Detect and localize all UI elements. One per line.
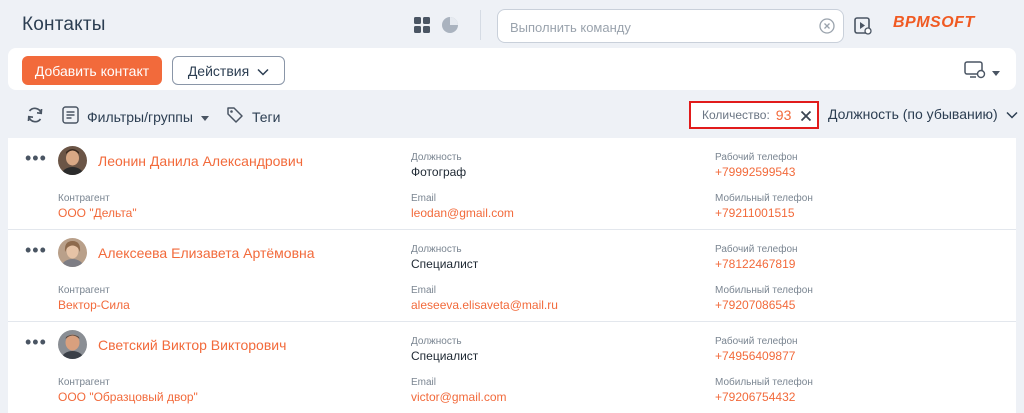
chevron-down-icon (257, 63, 269, 79)
actions-button[interactable]: Действия (172, 56, 285, 85)
position-label: Должность (411, 152, 462, 163)
tags-button[interactable]: Теги (226, 106, 280, 127)
count-value: 93 (775, 107, 792, 123)
count-label: Количество: (702, 108, 770, 122)
caret-down-icon (200, 109, 209, 125)
account-label: Контрагент (58, 285, 110, 296)
sort-dropdown[interactable]: Должность (по убыванию) (828, 106, 1018, 122)
mobile-phone-label: Мобильный телефон (715, 193, 813, 204)
email-label: Email (411, 193, 437, 204)
work-phone-link[interactable]: +79992599543 (715, 165, 795, 179)
position-label: Должность (411, 244, 462, 255)
work-phone-link[interactable]: +74956409877 (715, 349, 795, 363)
view-switcher (413, 16, 459, 34)
more-options-icon[interactable]: ••• (25, 149, 47, 167)
page-title: Контакты (22, 14, 106, 35)
avatar (58, 330, 87, 359)
contact-name-link[interactable]: Светский Виктор Викторович (98, 337, 286, 353)
contact-list: ••• Леонин Данила Александрович Контраге… (8, 138, 1016, 413)
work-phone-label: Рабочий телефон (715, 336, 798, 347)
avatar (58, 238, 87, 267)
header: Контакты BPMSOFT (0, 0, 1024, 52)
more-options-icon[interactable]: ••• (25, 241, 47, 259)
toolbar: Добавить контакт Действия (8, 48, 1016, 90)
account-link[interactable]: ООО "Образцовый двор" (58, 390, 198, 404)
position-label: Должность (411, 336, 462, 347)
command-input[interactable] (510, 17, 810, 37)
actions-label: Действия (187, 62, 250, 79)
filters-groups-button[interactable]: Фильтры/группы (62, 106, 209, 127)
grid-view-icon[interactable] (413, 16, 431, 34)
header-divider (480, 10, 481, 40)
account-label: Контрагент (58, 377, 110, 388)
position-value: Специалист (411, 349, 479, 363)
caret-down-icon (992, 64, 1000, 82)
email-label: Email (411, 285, 437, 296)
email-label: Email (411, 377, 437, 388)
mobile-phone-label: Мобильный телефон (715, 285, 813, 296)
mobile-phone-link[interactable]: +79206754432 (715, 390, 795, 404)
email-link[interactable]: victor@gmail.com (411, 390, 507, 404)
account-link[interactable]: Вектор-Сила (58, 298, 130, 312)
record-count-badge: Количество: 93 (689, 101, 819, 129)
sort-label: Должность (по убыванию) (828, 106, 998, 122)
position-value: Специалист (411, 257, 479, 271)
close-icon[interactable] (800, 109, 812, 122)
contact-name-link[interactable]: Леонин Данила Александрович (98, 153, 303, 169)
more-options-icon[interactable]: ••• (25, 333, 47, 351)
email-link[interactable]: aleseeva.elisaveta@mail.ru (411, 298, 558, 312)
account-link[interactable]: ООО "Дельта" (58, 206, 137, 220)
tags-label: Теги (252, 108, 281, 125)
add-contact-button[interactable]: Добавить контакт (22, 56, 162, 85)
clear-icon[interactable] (819, 18, 835, 34)
filter-list-icon (62, 106, 79, 127)
list-item[interactable]: ••• Светский Виктор Викторович Контраген… (8, 322, 1016, 413)
work-phone-link[interactable]: +78122467819 (715, 257, 795, 271)
command-box (497, 9, 844, 43)
list-item[interactable]: ••• Леонин Данила Александрович Контраге… (8, 138, 1016, 230)
brand-logo: BPMSOFT (893, 14, 975, 31)
mobile-phone-label: Мобильный телефон (715, 377, 813, 388)
contact-name-link[interactable]: Алексеева Елизавета Артёмовна (98, 245, 315, 261)
tag-icon (226, 106, 244, 127)
list-item[interactable]: ••• Алексеева Елизавета Артёмовна Контра… (8, 230, 1016, 322)
mobile-phone-link[interactable]: +79211001515 (715, 206, 795, 220)
work-phone-label: Рабочий телефон (715, 244, 798, 255)
work-phone-label: Рабочий телефон (715, 152, 798, 163)
view-settings-button[interactable] (964, 61, 1000, 84)
filters-groups-label: Фильтры/группы (87, 108, 193, 125)
play-icon[interactable] (853, 16, 873, 36)
refresh-icon[interactable] (26, 106, 44, 124)
analytics-view-icon[interactable] (441, 16, 459, 34)
monitor-settings-icon (964, 61, 986, 84)
account-label: Контрагент (58, 193, 110, 204)
mobile-phone-link[interactable]: +79207086545 (715, 298, 795, 312)
email-link[interactable]: leodan@gmail.com (411, 206, 514, 220)
chevron-down-icon (1006, 106, 1018, 122)
avatar (58, 146, 87, 175)
position-value: Фотограф (411, 165, 467, 179)
